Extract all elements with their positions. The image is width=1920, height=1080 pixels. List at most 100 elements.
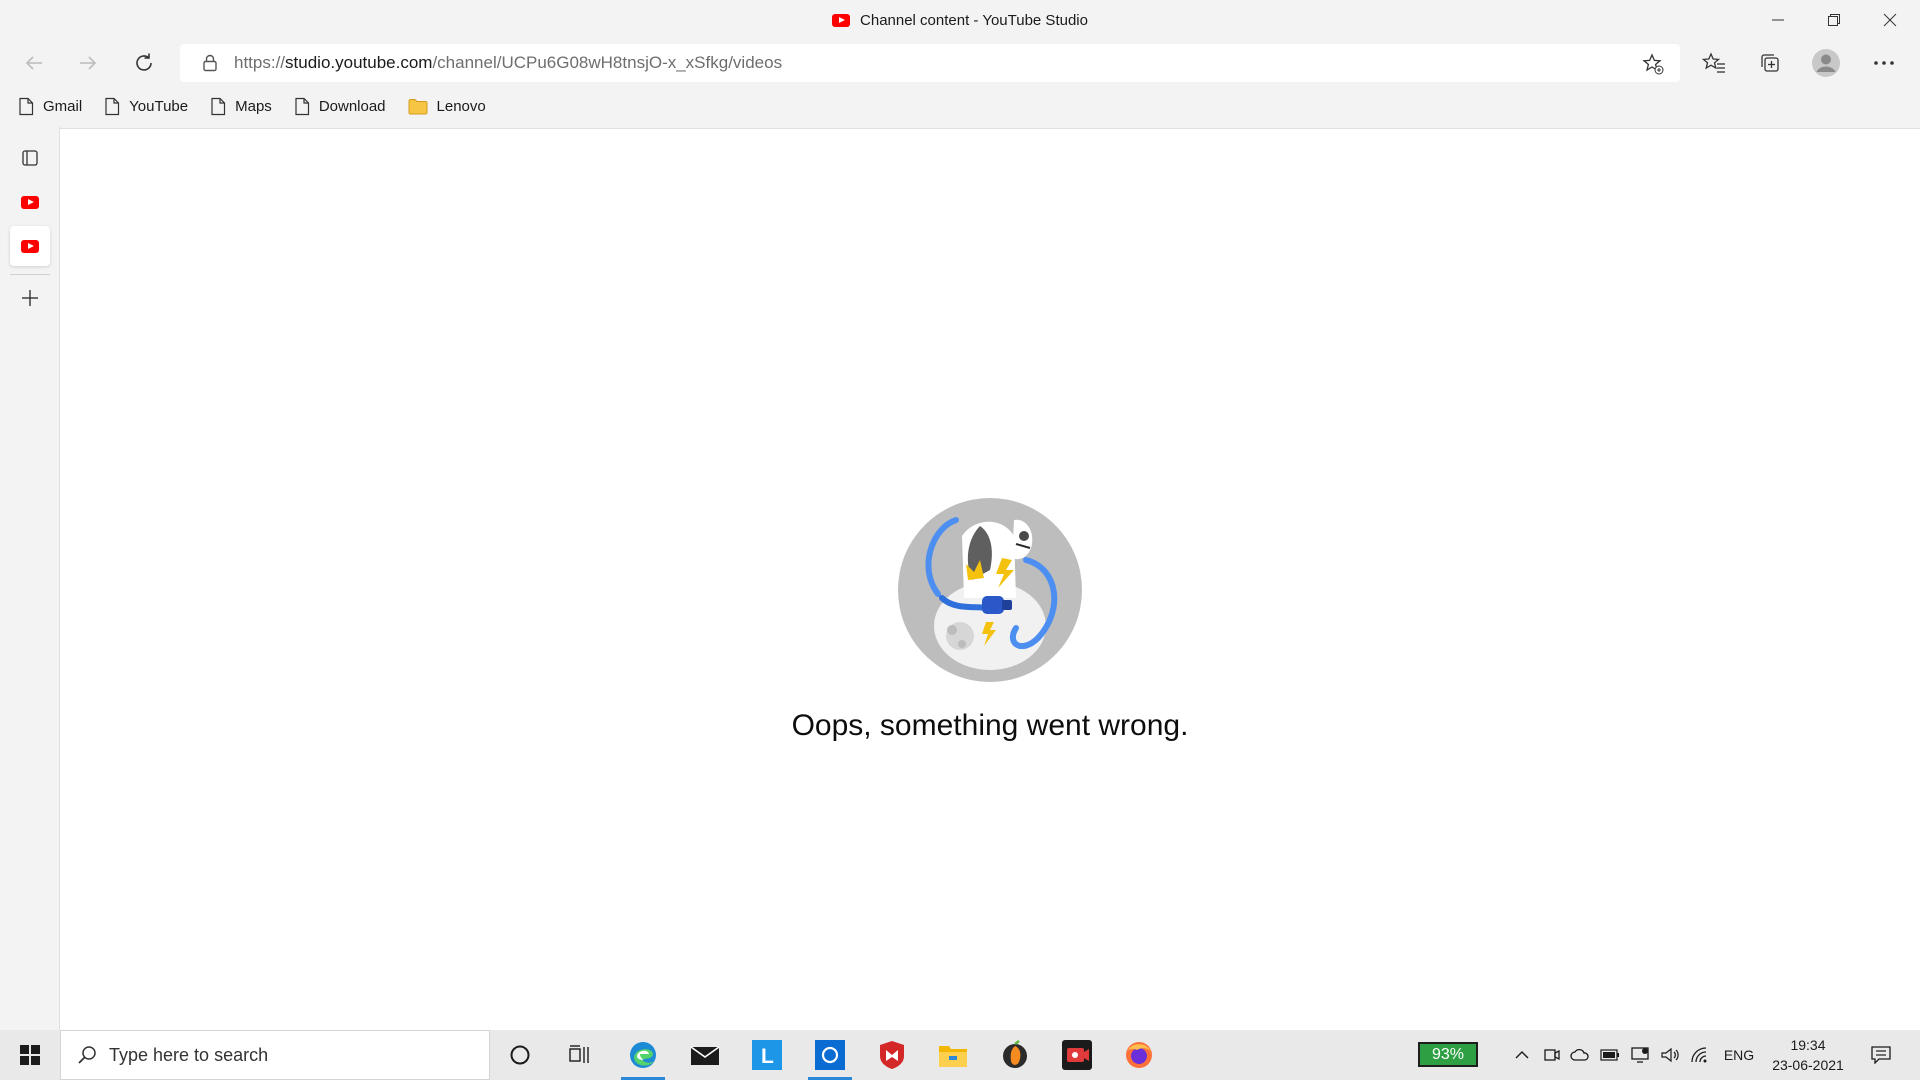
windows-taskbar: Type here to search L 93% ENG 19:34 23-0… bbox=[0, 1030, 1920, 1080]
clock-date: 23-06-2021 bbox=[1772, 1057, 1844, 1073]
taskbar-app-blue-square[interactable] bbox=[800, 1030, 860, 1080]
back-button[interactable] bbox=[16, 46, 52, 80]
restore-button[interactable] bbox=[1806, 0, 1862, 40]
windows-logo-icon bbox=[20, 1045, 40, 1065]
fl-studio-fruit-icon bbox=[1003, 1040, 1027, 1068]
lenovo-l-app-icon: L bbox=[752, 1040, 782, 1070]
favorites-button[interactable] bbox=[1696, 46, 1732, 80]
close-icon bbox=[1883, 13, 1897, 27]
page-icon bbox=[105, 97, 120, 115]
lock-icon bbox=[203, 54, 217, 72]
refresh-button[interactable] bbox=[126, 46, 162, 80]
youtube-favicon-icon bbox=[21, 195, 39, 209]
show-hidden-icons-button[interactable] bbox=[1508, 1030, 1536, 1080]
search-icon bbox=[78, 1046, 96, 1064]
navigation-bar: https://studio.youtube.com/channel/UCPu6… bbox=[0, 40, 1920, 86]
bookmark-maps[interactable]: Maps bbox=[210, 91, 272, 121]
vertical-tabs-sidebar bbox=[0, 126, 60, 1030]
plus-icon bbox=[22, 290, 38, 306]
taskbar-app-edge[interactable] bbox=[613, 1030, 673, 1080]
minimize-icon bbox=[1772, 19, 1784, 21]
refresh-icon bbox=[136, 53, 152, 71]
wifi-icon bbox=[1691, 1047, 1707, 1063]
tray-meet-now[interactable] bbox=[1538, 1030, 1566, 1080]
tray-battery[interactable] bbox=[1596, 1030, 1624, 1080]
back-arrow-icon bbox=[25, 56, 42, 70]
bookmark-gmail[interactable]: Gmail bbox=[18, 91, 82, 121]
chevron-up-icon bbox=[1515, 1051, 1529, 1059]
speaker-volume-icon bbox=[1661, 1047, 1679, 1063]
avatar-icon bbox=[1812, 49, 1840, 77]
taskbar-app-file-explorer[interactable] bbox=[923, 1030, 983, 1080]
bookmark-label: Gmail bbox=[43, 97, 83, 115]
taskbar-app-mail[interactable] bbox=[675, 1030, 735, 1080]
window-title: Channel content - YouTube Studio bbox=[860, 11, 1088, 29]
forward-button[interactable] bbox=[70, 46, 106, 80]
title-bar: Channel content - YouTube Studio bbox=[0, 0, 1920, 40]
clock-time: 19:34 bbox=[1790, 1037, 1826, 1053]
mcafee-shield-icon bbox=[880, 1041, 904, 1069]
task-view-icon bbox=[569, 1045, 589, 1063]
profile-button[interactable] bbox=[1808, 46, 1844, 80]
more-horizontal-icon bbox=[1874, 61, 1894, 65]
bookmark-label: YouTube bbox=[129, 97, 189, 115]
taskbar-app-mcafee[interactable] bbox=[862, 1030, 922, 1080]
folder-icon bbox=[408, 98, 428, 114]
tab-actions-icon bbox=[22, 150, 38, 166]
page-icon bbox=[19, 97, 34, 115]
new-tab-button[interactable] bbox=[10, 278, 50, 318]
mail-envelope-icon bbox=[690, 1046, 720, 1065]
url-prefix: https:// bbox=[234, 53, 286, 72]
youtube-favicon-icon bbox=[832, 13, 851, 27]
tab-youtube[interactable] bbox=[10, 182, 50, 222]
taskbar-app-firefox[interactable] bbox=[1109, 1030, 1169, 1080]
restore-icon bbox=[1828, 14, 1840, 26]
cortana-circle-icon bbox=[510, 1045, 530, 1065]
settings-more-button[interactable] bbox=[1866, 46, 1902, 80]
bookmark-label: Lenovo bbox=[436, 97, 486, 115]
taskbar-search-box[interactable]: Type here to search bbox=[60, 1030, 490, 1080]
minimize-button[interactable] bbox=[1750, 0, 1806, 40]
page-icon bbox=[295, 97, 309, 115]
bookmark-label: Maps bbox=[235, 97, 272, 115]
clock[interactable]: 19:34 23-06-2021 bbox=[1764, 1030, 1852, 1080]
url-text[interactable]: https://studio.youtube.com/channel/UCPu6… bbox=[234, 44, 782, 82]
forward-arrow-icon bbox=[80, 56, 97, 70]
action-center-button[interactable] bbox=[1862, 1030, 1900, 1080]
youtube-favicon-icon bbox=[21, 239, 39, 253]
file-explorer-folder-icon bbox=[939, 1046, 967, 1067]
bookmark-download[interactable]: Download bbox=[294, 91, 386, 121]
taskbar-app-screen-recorder[interactable] bbox=[1047, 1030, 1107, 1080]
add-favorite-star-icon[interactable] bbox=[1642, 53, 1664, 75]
broken-robot-dog-illustration bbox=[898, 498, 1082, 682]
page-icon bbox=[211, 97, 226, 115]
collections-button[interactable] bbox=[1752, 46, 1788, 80]
address-bar[interactable]: https://studio.youtube.com/channel/UCPu6… bbox=[180, 44, 1680, 82]
cortana-button[interactable] bbox=[490, 1030, 550, 1080]
notification-icon bbox=[1871, 1046, 1891, 1064]
collections-icon bbox=[1761, 54, 1779, 72]
battery-percentage-badge[interactable]: 93% bbox=[1418, 1042, 1478, 1067]
favorites-icon bbox=[1702, 52, 1725, 73]
start-button[interactable] bbox=[0, 1030, 60, 1080]
task-view-button[interactable] bbox=[550, 1030, 610, 1080]
close-button[interactable] bbox=[1862, 0, 1918, 40]
bookmark-label: Download bbox=[318, 97, 386, 115]
taskbar-app-fl-studio[interactable] bbox=[985, 1030, 1045, 1080]
bookmark-youtube[interactable]: YouTube bbox=[104, 91, 188, 121]
search-placeholder: Type here to search bbox=[109, 1044, 269, 1065]
screen-recorder-icon bbox=[1062, 1040, 1092, 1070]
url-domain: studio.youtube.com bbox=[285, 53, 433, 72]
tab-actions-button[interactable] bbox=[10, 138, 50, 178]
tray-volume[interactable] bbox=[1656, 1030, 1684, 1080]
tray-display-settings[interactable] bbox=[1626, 1030, 1654, 1080]
tray-onedrive[interactable] bbox=[1566, 1030, 1594, 1080]
bookmark-folder-lenovo[interactable]: Lenovo bbox=[408, 91, 486, 121]
battery-tray-icon bbox=[1600, 1049, 1619, 1061]
input-language[interactable]: ENG bbox=[1718, 1030, 1760, 1080]
tab-youtube-studio-active[interactable] bbox=[10, 226, 50, 266]
tray-wifi[interactable] bbox=[1686, 1030, 1714, 1080]
taskbar-app-lenovo[interactable]: L bbox=[737, 1030, 797, 1080]
camera-tray-icon bbox=[1544, 1049, 1560, 1061]
firefox-icon bbox=[1126, 1042, 1152, 1068]
